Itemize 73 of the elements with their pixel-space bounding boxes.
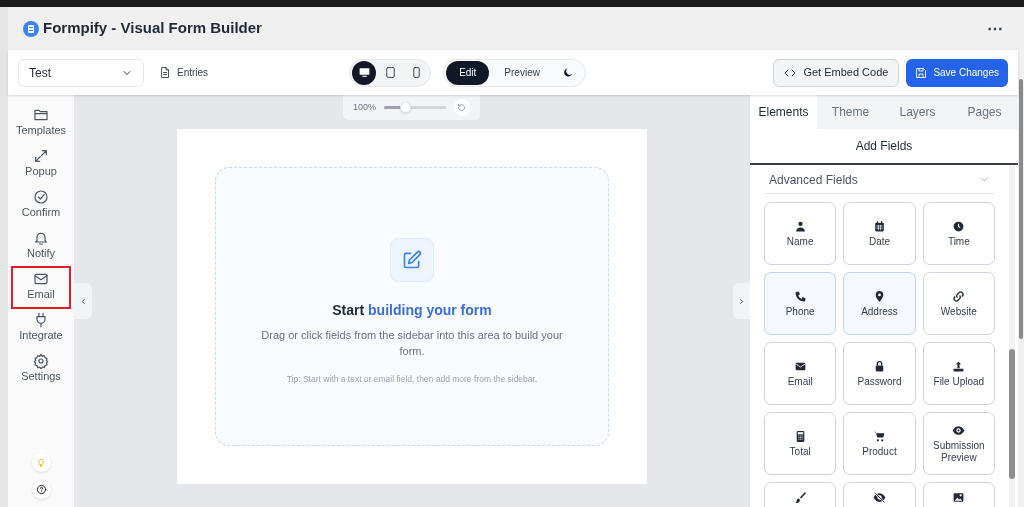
bell-icon <box>33 230 49 246</box>
sidebar-item[interactable]: Confirm <box>12 185 70 226</box>
entries-link[interactable]: Entries <box>159 65 209 80</box>
brush-icon <box>793 491 807 504</box>
expand-icon <box>33 148 49 164</box>
pin-icon <box>873 289 886 303</box>
canvas-tip: Tip: Start with a text or email field, then add more from the sidebar. <box>286 373 538 386</box>
panel-scrollbar[interactable] <box>1009 165 1015 507</box>
mode-tab[interactable]: Edit <box>446 60 490 85</box>
field-tile[interactable]: Submission Preview <box>922 412 995 475</box>
canvas-heading: Start building your form <box>332 301 492 320</box>
help-button[interactable] <box>31 480 51 499</box>
upload-icon <box>952 359 966 373</box>
chevron-right-icon <box>737 296 746 306</box>
lock-icon <box>873 359 886 373</box>
sidebar-item[interactable]: Popup <box>12 144 70 185</box>
field-tile[interactable]: Email <box>764 342 837 405</box>
gear-icon <box>33 353 49 369</box>
field-tile[interactable]: Date <box>843 202 916 265</box>
app-logo-icon <box>23 20 39 37</box>
field-tile[interactable]: Phone <box>764 272 837 335</box>
image-icon <box>952 491 966 504</box>
panel-tab[interactable]: Theme <box>817 95 884 129</box>
lightbulb-icon <box>36 457 46 468</box>
form-select[interactable]: Test <box>18 58 144 87</box>
sidebar-item[interactable]: Integrate <box>12 308 70 349</box>
link-icon <box>952 289 966 303</box>
field-tile[interactable]: Time <box>922 202 995 265</box>
field-tile[interactable]: Total <box>764 412 837 475</box>
save-button[interactable]: Save Changes <box>906 58 1008 87</box>
calendar-icon <box>873 219 886 233</box>
field-tile[interactable]: Product <box>843 412 916 475</box>
field-tile[interactable]: Name <box>764 202 837 265</box>
panel-tab[interactable]: Layers <box>884 95 951 129</box>
panel-tab[interactable]: Pages <box>951 95 1018 129</box>
reset-icon <box>457 103 467 112</box>
desktop-view-button[interactable] <box>352 60 377 85</box>
field-tile[interactable]: Password <box>843 342 916 405</box>
sidebar-item[interactable]: Templates <box>12 103 70 144</box>
scrollbar[interactable] <box>1018 7 1024 507</box>
desktop-icon <box>357 66 371 79</box>
edit-icon <box>390 238 434 282</box>
mode-tab[interactable]: Preview <box>491 60 553 85</box>
clock-icon <box>952 219 966 233</box>
phone-icon <box>793 289 807 303</box>
mail-icon <box>33 271 49 287</box>
panel-tab[interactable]: Elements <box>750 95 817 129</box>
moon-icon <box>563 67 575 78</box>
embed-code-button[interactable]: Get Embed Code <box>773 58 900 87</box>
eye-slash-icon <box>873 491 886 504</box>
zoom-reading: 100% <box>353 100 377 114</box>
plug-icon <box>33 312 49 328</box>
reset-zoom-button[interactable] <box>453 99 470 116</box>
tablet-icon <box>383 66 397 79</box>
sidebar-item[interactable]: Settings <box>12 349 70 390</box>
chevron-left-icon <box>78 296 88 306</box>
folder-icon <box>33 107 49 123</box>
canvas-description: Drag or click fields from the sidebar into this area to build your form. <box>260 328 564 359</box>
slider-thumb[interactable] <box>399 102 411 113</box>
user-icon <box>793 219 807 233</box>
group-header[interactable]: Advanced Fields <box>764 166 995 194</box>
eye-icon <box>952 423 966 437</box>
sidebar-item[interactable]: Email <box>12 267 70 308</box>
more-menu-button[interactable]: ⋯ <box>987 20 1003 37</box>
save-icon <box>915 66 928 79</box>
help-icon <box>35 484 47 495</box>
document-icon <box>159 66 171 79</box>
field-tile[interactable]: File Upload <box>922 342 995 405</box>
field-tile[interactable]: Website <box>922 272 995 335</box>
field-tile[interactable]: Address <box>843 272 916 335</box>
check-icon <box>33 189 49 205</box>
sidebar-item[interactable]: Notify <box>12 226 70 267</box>
window-title: Formpify - Visual Form Builder <box>43 18 262 39</box>
